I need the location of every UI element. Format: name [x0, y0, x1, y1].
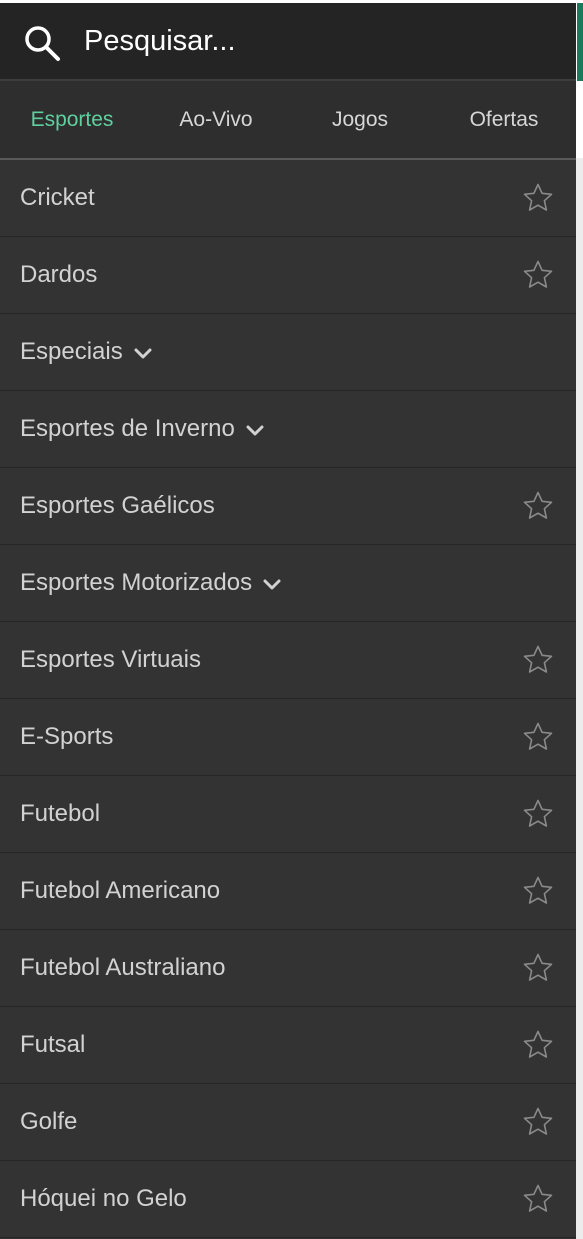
sport-label: Esportes Motorizados: [20, 569, 253, 596]
sport-row-content: Futebol Australiano: [20, 930, 225, 1006]
sport-row-content: Especiais: [20, 314, 153, 390]
chevron-down-icon[interactable]: [133, 344, 153, 364]
sport-label: Futebol Australiano: [20, 954, 226, 981]
category-tabs: Esportes Ao-Vivo Jogos Ofertas: [0, 79, 576, 160]
sport-row-futebol[interactable]: Futebol: [0, 776, 576, 853]
star-icon[interactable]: [522, 1183, 554, 1215]
star-icon[interactable]: [522, 875, 554, 907]
sport-row-content: Esportes Virtuais: [20, 622, 201, 698]
tab-ao-vivo[interactable]: Ao-Vivo: [144, 81, 288, 158]
search-icon[interactable]: [22, 23, 62, 63]
sport-row-content: Futebol: [20, 776, 100, 852]
sport-label: Dardos: [20, 261, 98, 288]
sport-label: Golfe: [20, 1108, 78, 1135]
star-icon[interactable]: [522, 1029, 554, 1061]
sport-row-esportes-motorizados[interactable]: Esportes Motorizados: [0, 545, 576, 622]
sport-label: Esportes de Inverno: [20, 415, 235, 442]
sport-label: Cricket: [20, 184, 95, 211]
sport-row-esportes-de-inverno[interactable]: Esportes de Inverno: [0, 391, 576, 468]
sport-row-content: Dardos: [20, 237, 97, 313]
accent-strip: [577, 3, 583, 81]
sport-label: Hóquei no Gelo: [20, 1185, 187, 1212]
star-icon[interactable]: [522, 490, 554, 522]
sport-row-content: Futsal: [20, 1007, 85, 1083]
sport-label: Futebol: [20, 800, 101, 827]
sport-label: Especiais: [20, 338, 123, 365]
sport-row-cricket[interactable]: Cricket: [0, 160, 576, 237]
sport-row-content: E-Sports: [20, 699, 113, 775]
sport-row-content: Esportes Gaélicos: [20, 468, 215, 544]
search-bar[interactable]: [0, 3, 576, 79]
star-icon[interactable]: [522, 798, 554, 830]
sport-row-esportes-gaelicos[interactable]: Esportes Gaélicos: [0, 468, 576, 545]
star-icon[interactable]: [522, 182, 554, 214]
sport-label: Futsal: [20, 1031, 86, 1058]
sport-row-futebol-australiano[interactable]: Futebol Australiano: [0, 930, 576, 1007]
sport-row-hoquei-no-gelo[interactable]: Hóquei no Gelo: [0, 1161, 576, 1238]
sport-label: Esportes Virtuais: [20, 646, 201, 673]
star-icon[interactable]: [522, 644, 554, 676]
sport-row-content: Golfe: [20, 1084, 77, 1160]
search-input[interactable]: [84, 19, 554, 63]
sport-row-futebol-americano[interactable]: Futebol Americano: [0, 853, 576, 930]
star-icon[interactable]: [522, 952, 554, 984]
star-icon[interactable]: [522, 259, 554, 291]
sport-row-e-sports[interactable]: E-Sports: [0, 699, 576, 776]
star-icon[interactable]: [522, 721, 554, 753]
sport-row-golfe[interactable]: Golfe: [0, 1084, 576, 1161]
star-icon[interactable]: [522, 1106, 554, 1138]
sport-row-content: Hóquei no Gelo: [20, 1161, 187, 1237]
sport-row-content: Esportes de Inverno: [20, 391, 265, 467]
sport-row-content: Futebol Americano: [20, 853, 220, 929]
sport-label: Esportes Gaélicos: [20, 492, 215, 519]
tab-ofertas[interactable]: Ofertas: [432, 81, 576, 158]
chevron-down-icon[interactable]: [262, 575, 282, 595]
scroll-edge: [576, 158, 583, 1239]
sports-list: Cricket Dardos Especiais Esportes de Invern…: [0, 160, 576, 1238]
sport-row-especiais[interactable]: Especiais: [0, 314, 576, 391]
sports-menu-panel: Esportes Ao-Vivo Jogos Ofertas Cricket Da…: [0, 0, 576, 1239]
tab-esportes[interactable]: Esportes: [0, 81, 144, 158]
tab-jogos[interactable]: Jogos: [288, 81, 432, 158]
sport-row-futsal[interactable]: Futsal: [0, 1007, 576, 1084]
chevron-down-icon[interactable]: [245, 421, 265, 441]
sport-row-content: Esportes Motorizados: [20, 545, 282, 621]
sport-label: E-Sports: [20, 723, 114, 750]
sport-row-esportes-virtuais[interactable]: Esportes Virtuais: [0, 622, 576, 699]
sport-row-content: Cricket: [20, 160, 95, 236]
sport-label: Futebol Americano: [20, 877, 221, 904]
sport-row-dardos[interactable]: Dardos: [0, 237, 576, 314]
